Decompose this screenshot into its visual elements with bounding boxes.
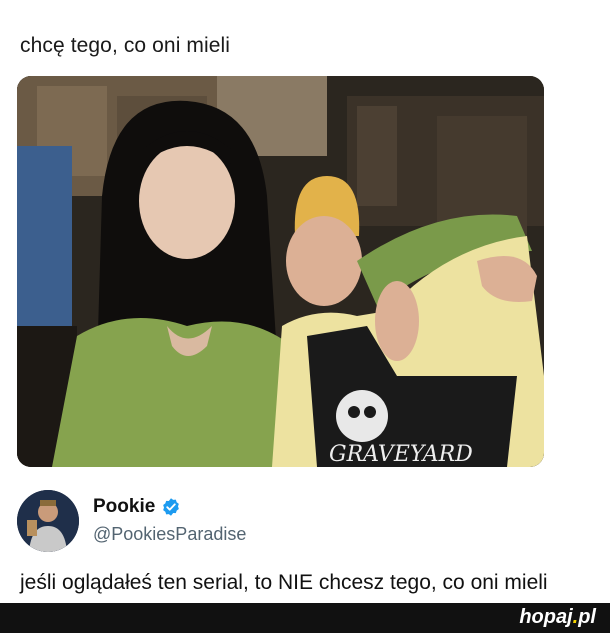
brand-logo[interactable]: hopaj.pl [519, 606, 596, 629]
meme-caption: chcę tego, co oni mieli [20, 34, 231, 57]
shirt-print-text: GRAVEYARD [329, 442, 473, 467]
brand-tld: pl [578, 606, 596, 628]
author-handle[interactable]: @PookiesParadise [93, 524, 246, 545]
author-name[interactable]: Pookie [93, 496, 155, 518]
post-text: jeśli oglądałeś ten serial, to NIE chces… [20, 571, 548, 594]
footer-bar: hopaj.pl [0, 603, 610, 633]
brand-main: hopaj [519, 606, 573, 628]
photo-illustration: GRAVEYARD [17, 76, 544, 467]
verified-badge-icon [163, 498, 180, 516]
avatar-image [17, 490, 79, 552]
meme-photo: GRAVEYARD [17, 76, 544, 467]
avatar[interactable] [17, 490, 79, 552]
post-author: Pookie @PookiesParadise [17, 490, 246, 552]
